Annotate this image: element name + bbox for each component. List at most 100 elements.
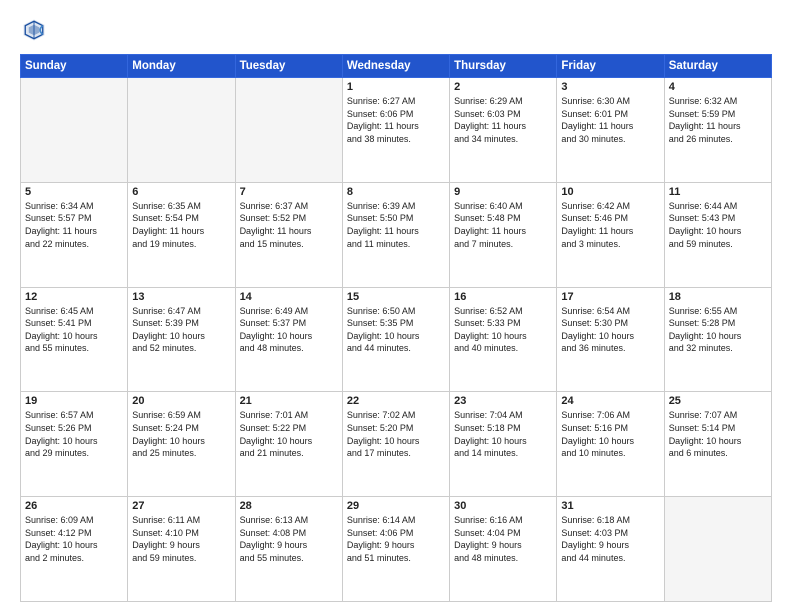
day-info: Sunrise: 6:54 AM Sunset: 5:30 PM Dayligh… [561, 305, 659, 355]
day-number: 31 [561, 500, 659, 512]
day-info: Sunrise: 6:16 AM Sunset: 4:04 PM Dayligh… [454, 514, 552, 564]
calendar-cell: 26 Sunrise: 6:09 AM Sunset: 4:12 PM Dayli… [21, 497, 128, 602]
calendar-cell: 16 Sunrise: 6:52 AM Sunset: 5:33 PM Dayli… [450, 287, 557, 392]
calendar-cell: 12 Sunrise: 6:45 AM Sunset: 5:41 PM Dayli… [21, 287, 128, 392]
day-info: Sunrise: 6:42 AM Sunset: 5:46 PM Dayligh… [561, 200, 659, 250]
week-row-2: 5Sunrise: 6:34 AM Sunset: 5:57 PM Daylig… [21, 182, 772, 287]
calendar-cell: 6 Sunrise: 6:35 AM Sunset: 5:54 PM Daylig… [128, 182, 235, 287]
day-info: Sunrise: 6:11 AM Sunset: 4:10 PM Dayligh… [132, 514, 230, 564]
day-number: 2 [454, 81, 552, 93]
day-number: 11 [669, 186, 767, 198]
calendar-cell: 19 Sunrise: 6:57 AM Sunset: 5:26 PM Dayli… [21, 392, 128, 497]
day-number: 8 [347, 186, 445, 198]
day-info: Sunrise: 6:57 AM Sunset: 5:26 PM Dayligh… [25, 409, 123, 459]
calendar-cell: 17Sunrise: 6:54 AM Sunset: 5:30 PM Dayli… [557, 287, 664, 392]
calendar-cell: 7Sunrise: 6:37 AM Sunset: 5:52 PM Daylig… [235, 182, 342, 287]
calendar-cell: 28 Sunrise: 6:13 AM Sunset: 4:08 PM Dayli… [235, 497, 342, 602]
day-number: 15 [347, 291, 445, 303]
day-info: Sunrise: 6:14 AM Sunset: 4:06 PM Dayligh… [347, 514, 445, 564]
weekday-header-wednesday: Wednesday [342, 55, 449, 78]
page: SundayMondayTuesdayWednesdayThursdayFrid… [0, 0, 792, 612]
day-info: Sunrise: 6:47 AM Sunset: 5:39 PM Dayligh… [132, 305, 230, 355]
day-number: 4 [669, 81, 767, 93]
weekday-header-saturday: Saturday [664, 55, 771, 78]
calendar-cell [664, 497, 771, 602]
calendar-table: SundayMondayTuesdayWednesdayThursdayFrid… [20, 54, 772, 602]
day-number: 18 [669, 291, 767, 303]
day-number: 13 [132, 291, 230, 303]
calendar-cell: 18 Sunrise: 6:55 AM Sunset: 5:28 PM Dayli… [664, 287, 771, 392]
week-row-5: 26 Sunrise: 6:09 AM Sunset: 4:12 PM Dayli… [21, 497, 772, 602]
week-row-1: 1Sunrise: 6:27 AM Sunset: 6:06 PM Daylig… [21, 78, 772, 183]
calendar-cell: 14Sunrise: 6:49 AM Sunset: 5:37 PM Dayli… [235, 287, 342, 392]
day-number: 16 [454, 291, 552, 303]
day-number: 19 [25, 395, 123, 407]
day-info: Sunrise: 6:44 AM Sunset: 5:43 PM Dayligh… [669, 200, 767, 250]
calendar-cell: 24 Sunrise: 7:06 AM Sunset: 5:16 PM Dayli… [557, 392, 664, 497]
calendar-cell: 4 Sunrise: 6:32 AM Sunset: 5:59 PM Daylig… [664, 78, 771, 183]
calendar-cell: 10 Sunrise: 6:42 AM Sunset: 5:46 PM Dayli… [557, 182, 664, 287]
calendar-cell [21, 78, 128, 183]
calendar-cell: 13 Sunrise: 6:47 AM Sunset: 5:39 PM Dayli… [128, 287, 235, 392]
day-info: Sunrise: 7:06 AM Sunset: 5:16 PM Dayligh… [561, 409, 659, 459]
calendar-cell: 30 Sunrise: 6:16 AM Sunset: 4:04 PM Dayli… [450, 497, 557, 602]
day-info: Sunrise: 6:30 AM Sunset: 6:01 PM Dayligh… [561, 95, 659, 145]
day-info: Sunrise: 6:50 AM Sunset: 5:35 PM Dayligh… [347, 305, 445, 355]
day-info: Sunrise: 6:09 AM Sunset: 4:12 PM Dayligh… [25, 514, 123, 564]
day-info: Sunrise: 7:01 AM Sunset: 5:22 PM Dayligh… [240, 409, 338, 459]
week-row-3: 12 Sunrise: 6:45 AM Sunset: 5:41 PM Dayli… [21, 287, 772, 392]
calendar-cell: 9 Sunrise: 6:40 AM Sunset: 5:48 PM Daylig… [450, 182, 557, 287]
day-info: Sunrise: 6:45 AM Sunset: 5:41 PM Dayligh… [25, 305, 123, 355]
day-number: 26 [25, 500, 123, 512]
day-number: 27 [132, 500, 230, 512]
day-info: Sunrise: 6:37 AM Sunset: 5:52 PM Dayligh… [240, 200, 338, 250]
day-number: 6 [132, 186, 230, 198]
day-number: 29 [347, 500, 445, 512]
calendar-cell: 29 Sunrise: 6:14 AM Sunset: 4:06 PM Dayli… [342, 497, 449, 602]
calendar-cell: 1Sunrise: 6:27 AM Sunset: 6:06 PM Daylig… [342, 78, 449, 183]
calendar-cell: 27 Sunrise: 6:11 AM Sunset: 4:10 PM Dayli… [128, 497, 235, 602]
day-info: Sunrise: 6:27 AM Sunset: 6:06 PM Dayligh… [347, 95, 445, 145]
weekday-header-thursday: Thursday [450, 55, 557, 78]
calendar-cell [235, 78, 342, 183]
day-info: Sunrise: 7:04 AM Sunset: 5:18 PM Dayligh… [454, 409, 552, 459]
day-info: Sunrise: 6:39 AM Sunset: 5:50 PM Dayligh… [347, 200, 445, 250]
day-number: 10 [561, 186, 659, 198]
calendar-cell: 5Sunrise: 6:34 AM Sunset: 5:57 PM Daylig… [21, 182, 128, 287]
week-row-4: 19 Sunrise: 6:57 AM Sunset: 5:26 PM Dayli… [21, 392, 772, 497]
day-number: 9 [454, 186, 552, 198]
day-info: Sunrise: 6:32 AM Sunset: 5:59 PM Dayligh… [669, 95, 767, 145]
day-info: Sunrise: 6:55 AM Sunset: 5:28 PM Dayligh… [669, 305, 767, 355]
weekday-header-tuesday: Tuesday [235, 55, 342, 78]
calendar-cell: 2 Sunrise: 6:29 AM Sunset: 6:03 PM Daylig… [450, 78, 557, 183]
day-number: 3 [561, 81, 659, 93]
day-number: 21 [240, 395, 338, 407]
day-number: 14 [240, 291, 338, 303]
calendar-cell: 11 Sunrise: 6:44 AM Sunset: 5:43 PM Dayli… [664, 182, 771, 287]
day-number: 28 [240, 500, 338, 512]
day-info: Sunrise: 6:40 AM Sunset: 5:48 PM Dayligh… [454, 200, 552, 250]
day-info: Sunrise: 7:07 AM Sunset: 5:14 PM Dayligh… [669, 409, 767, 459]
day-info: Sunrise: 6:18 AM Sunset: 4:03 PM Dayligh… [561, 514, 659, 564]
logo [20, 16, 52, 44]
day-info: Sunrise: 6:59 AM Sunset: 5:24 PM Dayligh… [132, 409, 230, 459]
weekday-header-monday: Monday [128, 55, 235, 78]
day-number: 23 [454, 395, 552, 407]
logo-icon [20, 16, 48, 44]
day-info: Sunrise: 6:35 AM Sunset: 5:54 PM Dayligh… [132, 200, 230, 250]
day-number: 12 [25, 291, 123, 303]
day-number: 22 [347, 395, 445, 407]
calendar-cell: 25Sunrise: 7:07 AM Sunset: 5:14 PM Dayli… [664, 392, 771, 497]
day-info: Sunrise: 6:29 AM Sunset: 6:03 PM Dayligh… [454, 95, 552, 145]
day-number: 30 [454, 500, 552, 512]
calendar-cell: 31 Sunrise: 6:18 AM Sunset: 4:03 PM Dayli… [557, 497, 664, 602]
calendar-cell: 20Sunrise: 6:59 AM Sunset: 5:24 PM Dayli… [128, 392, 235, 497]
calendar-cell: 22Sunrise: 7:02 AM Sunset: 5:20 PM Dayli… [342, 392, 449, 497]
day-info: Sunrise: 6:52 AM Sunset: 5:33 PM Dayligh… [454, 305, 552, 355]
day-info: Sunrise: 6:13 AM Sunset: 4:08 PM Dayligh… [240, 514, 338, 564]
header [20, 16, 772, 44]
day-number: 24 [561, 395, 659, 407]
calendar-cell: 21 Sunrise: 7:01 AM Sunset: 5:22 PM Dayli… [235, 392, 342, 497]
day-info: Sunrise: 6:34 AM Sunset: 5:57 PM Dayligh… [25, 200, 123, 250]
weekday-header-friday: Friday [557, 55, 664, 78]
